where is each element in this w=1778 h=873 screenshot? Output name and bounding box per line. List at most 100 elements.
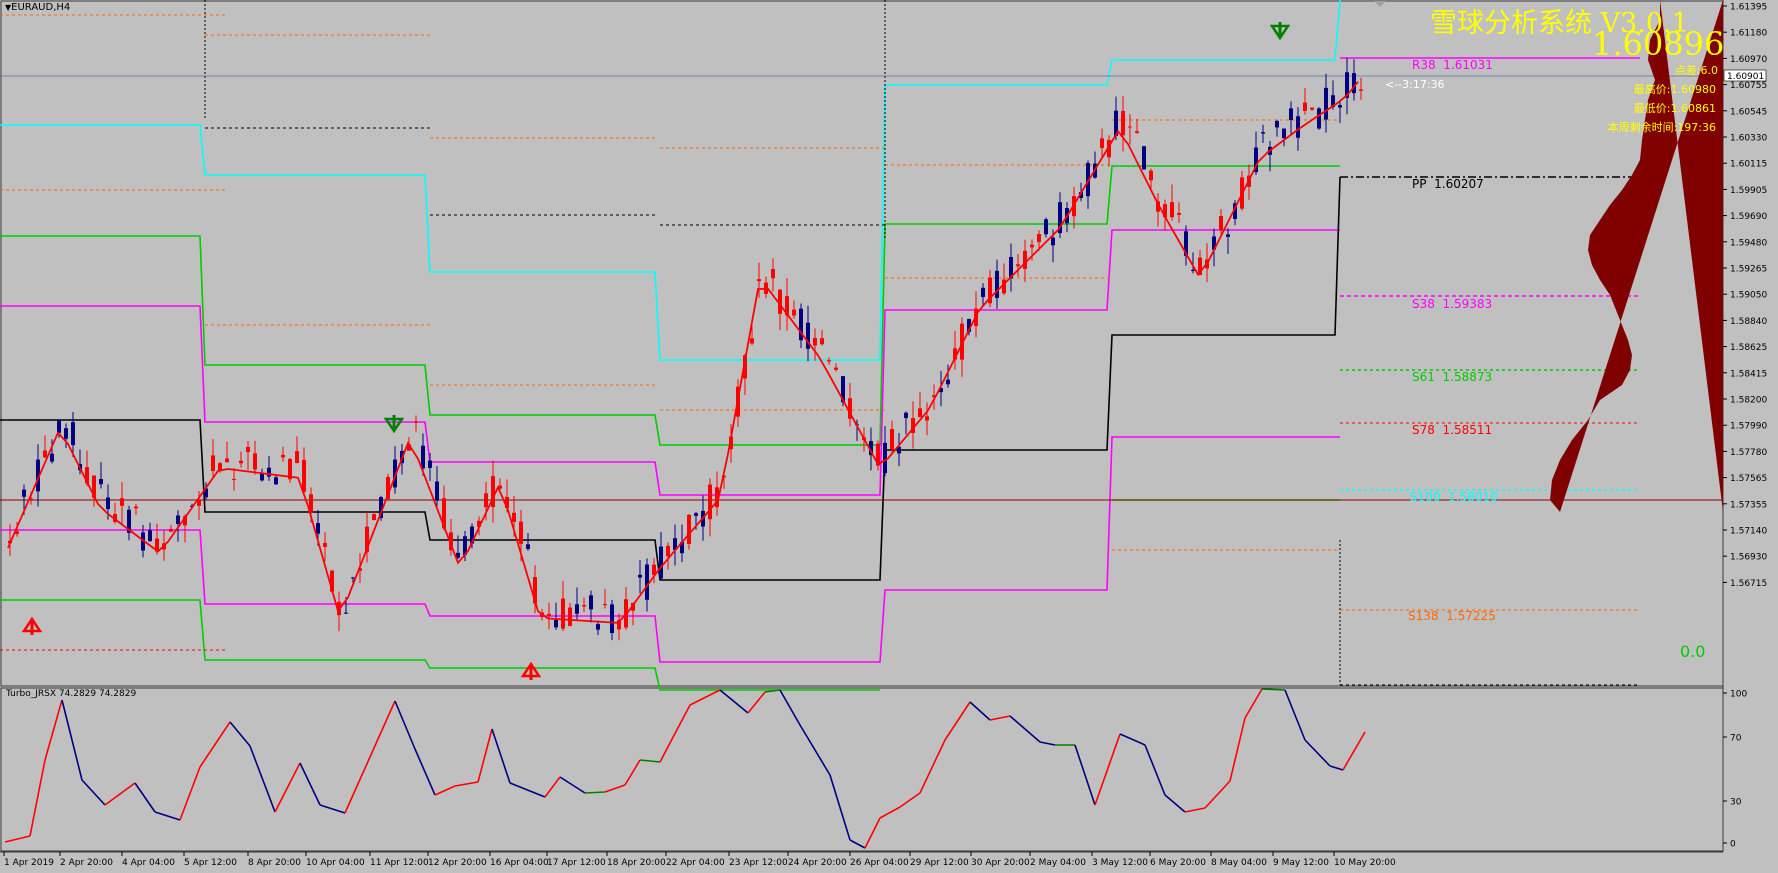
- time-axis-label: 22 Apr 04:00: [666, 858, 725, 868]
- indicator-segment: [1039, 741, 1056, 746]
- candle-body: [302, 459, 306, 492]
- indicator-segment: [1009, 715, 1041, 743]
- trading-chart-window[interactable]: 1.61395 1.61180 1.60970 1.60755 1.60545 1.603…: [0, 0, 1778, 873]
- candle-body: [71, 422, 75, 446]
- candle-body: [1352, 73, 1356, 94]
- indicator-axis-label: 0: [1730, 840, 1736, 850]
- indicator-segment: [879, 806, 901, 819]
- candle-body: [1310, 107, 1314, 110]
- candle-body: [351, 577, 355, 579]
- indicator-segment: [899, 792, 921, 808]
- resistance-cyan-line: [0, 0, 1341, 361]
- candle-body: [484, 493, 488, 508]
- indicator-axis-label: 30: [1730, 798, 1742, 808]
- candle-body: [1100, 138, 1104, 149]
- pivot-name: S38: [1412, 297, 1435, 311]
- candle-body: [820, 338, 824, 345]
- pivot-label-s138: S138 1.57225: [1408, 609, 1496, 623]
- price-axis-label: 1.60755: [1730, 81, 1767, 91]
- indicator-segment: [1244, 688, 1263, 719]
- indicator-segment: [849, 839, 866, 849]
- candle-body: [1023, 250, 1027, 269]
- pivot-value: 1.58873: [1442, 370, 1493, 384]
- candle-body: [1037, 234, 1041, 243]
- indicator-segment: [1204, 780, 1231, 809]
- price-axis-label: 1.57990: [1730, 422, 1767, 432]
- indicator-segment: [639, 759, 661, 763]
- candle-body: [561, 598, 565, 629]
- symbol-title[interactable]: ▼EURAUD,H4: [5, 2, 70, 13]
- candle-body: [890, 428, 894, 450]
- pivot-name: S100: [1410, 490, 1441, 504]
- indicator-segment: [434, 785, 456, 796]
- time-axis-label: 29 Apr 12:00: [910, 858, 969, 868]
- candle-body: [1303, 102, 1307, 111]
- time-axis-label: 8 May 04:00: [1211, 858, 1267, 868]
- candle-body: [526, 544, 530, 549]
- candle-body: [281, 454, 285, 458]
- time-axis-label: 2 May 04:00: [1030, 858, 1086, 868]
- indicator-segment: [299, 762, 321, 806]
- candle-body: [834, 367, 838, 370]
- candle-body: [827, 360, 831, 362]
- indicator-segment: [919, 739, 946, 794]
- indicator-segment: [509, 782, 546, 798]
- day-high-text: 最高价:1.60980: [1633, 83, 1716, 96]
- indicator-segment: [864, 817, 881, 849]
- candle-body: [246, 446, 250, 453]
- time-axis-label: 16 Apr 04:00: [490, 858, 549, 868]
- chart-canvas[interactable]: 1.61395 1.61180 1.60970 1.60755 1.60545 1.603…: [0, 0, 1778, 873]
- current-price-label: 1.60901: [1727, 72, 1764, 82]
- indicator-segment: [1284, 689, 1306, 741]
- pivot-label-pp: PP 1.60207: [1412, 177, 1484, 191]
- candle-body: [22, 489, 26, 497]
- indicator-segment: [989, 715, 1011, 721]
- candle-body: [1261, 132, 1265, 134]
- indicator-segment: [659, 704, 691, 763]
- pivot-value: 1.57225: [1446, 609, 1496, 623]
- indicator-segment: [394, 700, 416, 750]
- candle-body: [610, 604, 614, 634]
- candle-body: [232, 478, 236, 480]
- candle-body: [1170, 202, 1174, 218]
- pivot-value: 1.60207: [1434, 177, 1484, 191]
- indicator-segment: [1184, 807, 1206, 813]
- price-axis-label: 1.56715: [1730, 579, 1767, 589]
- price-axis-label: 1.58415: [1730, 369, 1767, 379]
- symbol-label: EURAUD,H4: [11, 2, 71, 13]
- candle-body: [50, 453, 54, 462]
- time-axis-label: 17 Apr 12:00: [547, 858, 606, 868]
- candle-body: [1317, 108, 1321, 129]
- indicator-segment: [689, 689, 721, 706]
- pivot-name: R38: [1412, 58, 1436, 72]
- time-axis-label: 23 Apr 12:00: [729, 858, 788, 868]
- candles-group: [8, 57, 1363, 641]
- candle-body: [904, 412, 908, 419]
- candle-body: [918, 408, 922, 418]
- candle-body: [666, 545, 670, 557]
- price-axis-label: 1.57780: [1730, 448, 1767, 458]
- indicator-segment: [1329, 765, 1344, 771]
- spread-text: 点差:6.0: [1674, 64, 1718, 77]
- candle-body: [148, 530, 152, 542]
- time-axis-label: 9 May 12:00: [1273, 858, 1329, 868]
- candle-body: [64, 428, 68, 439]
- time-axis-label: 10 Apr 04:00: [306, 858, 365, 868]
- indicator-segment: [44, 699, 63, 761]
- candle-body: [1121, 110, 1125, 136]
- candle-body: [575, 604, 579, 614]
- indicator-segment: [624, 759, 641, 786]
- candle-body: [274, 477, 278, 485]
- indicator-segment: [454, 781, 479, 787]
- bar-countdown-text: <--3:17:36: [1385, 78, 1445, 91]
- candle-body: [638, 574, 642, 578]
- candle-body: [43, 450, 47, 458]
- arrow-down-icon: [1269, 22, 1291, 41]
- candle-body: [260, 473, 264, 481]
- price-axis-label: 1.60330: [1730, 134, 1767, 144]
- price-axis-label: 1.60545: [1730, 107, 1767, 117]
- candle-body: [1149, 170, 1153, 181]
- candle-body: [694, 513, 698, 516]
- candle-body: [57, 420, 61, 433]
- indicator-segment: [154, 811, 181, 821]
